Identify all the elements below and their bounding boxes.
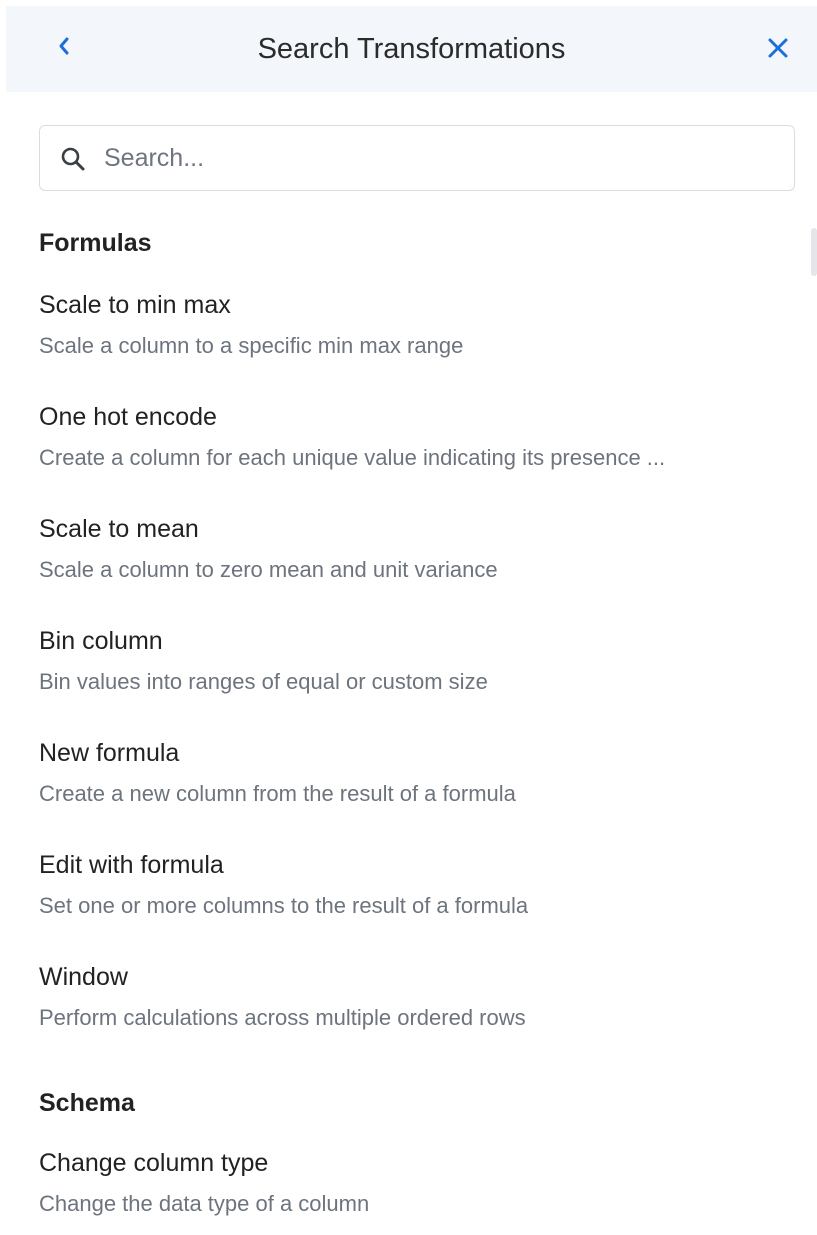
- close-icon: [767, 37, 789, 64]
- section-schema: Schema Change column type Change the dat…: [39, 1085, 799, 1235]
- item-description: Scale a column to zero mean and unit var…: [39, 557, 498, 582]
- item-title: Scale to mean: [39, 515, 199, 543]
- section-title: Schema: [39, 1089, 135, 1117]
- item-description: Change the data type of a column: [39, 1191, 370, 1216]
- list-item[interactable]: Scale to min max Scale a column to a spe…: [39, 287, 799, 399]
- list-item[interactable]: Bin column Bin values into ranges of equ…: [39, 623, 799, 735]
- item-title: Scale to min max: [39, 291, 231, 319]
- list-item[interactable]: Edit with formula Set one or more column…: [39, 847, 799, 959]
- scrollbar-thumb[interactable]: [811, 228, 817, 276]
- search-icon: [60, 146, 86, 172]
- list-item[interactable]: New formula Create a new column from the…: [39, 735, 799, 847]
- item-title: Window: [39, 963, 128, 991]
- item-description: Scale a column to a specific min max ran…: [39, 333, 464, 358]
- list-item[interactable]: Scale to mean Scale a column to zero mea…: [39, 511, 799, 623]
- panel-header: Search Transformations: [6, 6, 817, 92]
- chevron-left-icon: [57, 35, 71, 62]
- list-item[interactable]: Change column type Change the data type …: [39, 1145, 799, 1235]
- back-button[interactable]: [42, 26, 86, 70]
- search-box[interactable]: [39, 125, 795, 191]
- item-description: Create a column for each unique value in…: [39, 445, 666, 470]
- list-item[interactable]: One hot encode Create a column for each …: [39, 399, 799, 511]
- transformations-list: Formulas Scale to min max Scale a column…: [39, 225, 799, 1235]
- close-button[interactable]: [756, 28, 800, 72]
- section-formulas: Formulas Scale to min max Scale a column…: [39, 225, 799, 1071]
- search-input[interactable]: [104, 134, 774, 182]
- item-description: Set one or more columns to the result of…: [39, 893, 529, 918]
- item-title: New formula: [39, 739, 180, 767]
- item-description: Create a new column from the result of a…: [39, 781, 516, 806]
- item-description: Perform calculations across multiple ord…: [39, 1005, 526, 1030]
- list-item[interactable]: Window Perform calculations across multi…: [39, 959, 799, 1071]
- item-title: One hot encode: [39, 403, 217, 431]
- item-description: Bin values into ranges of equal or custo…: [39, 669, 488, 694]
- page-title: Search Transformations: [257, 33, 566, 65]
- item-title: Change column type: [39, 1149, 269, 1177]
- section-title: Formulas: [39, 229, 152, 257]
- item-title: Bin column: [39, 627, 163, 655]
- item-title: Edit with formula: [39, 851, 224, 879]
- search-transformations-panel: Search Transformations Search... Formula…: [0, 0, 817, 1235]
